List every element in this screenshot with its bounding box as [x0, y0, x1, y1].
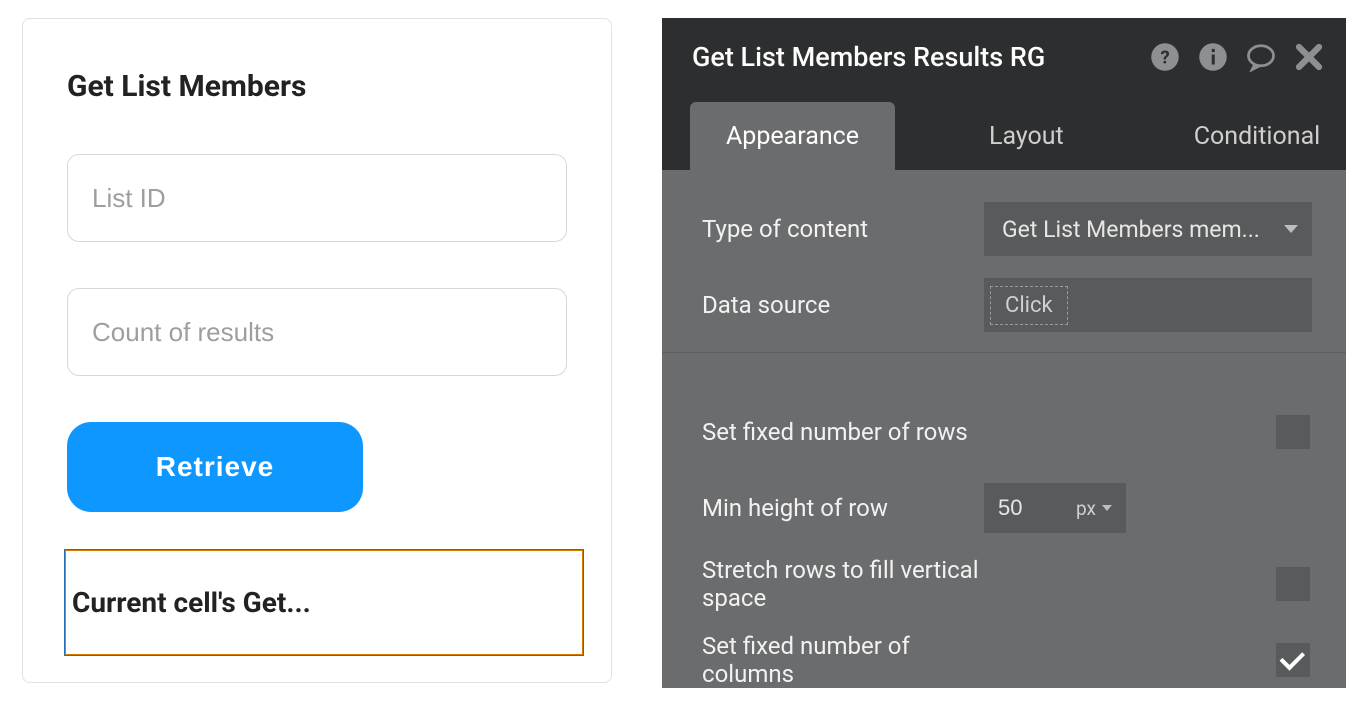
repeating-group-cell[interactable]: Current cell's Get...: [65, 550, 583, 655]
stretch-row: Stretch rows to fill vertical space: [702, 555, 1312, 613]
min-height-unit-select[interactable]: px: [1062, 483, 1126, 533]
chevron-down-icon: [1284, 225, 1298, 233]
fixed-cols-label: Set fixed number of columns: [702, 632, 996, 688]
info-icon[interactable]: [1198, 42, 1228, 72]
data-source-row: Data source Click: [702, 276, 1312, 334]
tab-layout[interactable]: Layout: [953, 102, 1100, 170]
fixed-cols-row: Set fixed number of columns: [702, 631, 1312, 688]
svg-text:?: ?: [1160, 46, 1169, 68]
min-height-input[interactable]: [984, 483, 1062, 533]
type-of-content-label: Type of content: [702, 215, 868, 243]
stretch-label: Stretch rows to fill vertical space: [702, 556, 1015, 612]
panel-title: Get List Members Results RG: [692, 41, 1045, 73]
type-of-content-select[interactable]: Get List Members mem...: [984, 202, 1312, 256]
panel-body: Type of content Get List Members mem... …: [662, 170, 1346, 688]
comment-icon[interactable]: [1246, 42, 1276, 72]
type-of-content-row: Type of content Get List Members mem...: [702, 200, 1312, 258]
data-source-field[interactable]: Click: [984, 278, 1312, 332]
data-source-label: Data source: [702, 291, 830, 319]
form-card: Get List Members Retrieve Current cell's…: [22, 18, 612, 683]
tab-conditional[interactable]: Conditional: [1158, 102, 1346, 170]
unit-label: px: [1076, 497, 1096, 520]
panel-tabs: Appearance Layout Conditional: [662, 96, 1346, 170]
tab-appearance[interactable]: Appearance: [690, 102, 895, 170]
fixed-cols-checkbox[interactable]: [1276, 643, 1310, 677]
property-editor: Get List Members Results RG ? Appearance…: [662, 18, 1346, 688]
divider: [662, 352, 1346, 353]
type-of-content-value: Get List Members mem...: [1002, 216, 1260, 243]
fixed-rows-label: Set fixed number of rows: [702, 418, 968, 446]
retrieve-button[interactable]: Retrieve: [67, 422, 363, 512]
min-height-label: Min height of row: [702, 494, 888, 522]
cell-text: Current cell's Get...: [72, 586, 311, 619]
chevron-down-icon: [1102, 505, 1112, 511]
fixed-rows-row: Set fixed number of rows: [702, 403, 1312, 461]
panel-header-icons: ?: [1150, 42, 1324, 72]
count-input[interactable]: [67, 288, 567, 376]
stretch-checkbox[interactable]: [1276, 567, 1310, 601]
list-id-input[interactable]: [67, 154, 567, 242]
min-height-row: Min height of row px: [702, 479, 1312, 537]
help-icon[interactable]: ?: [1150, 42, 1180, 72]
data-source-value: Click: [990, 286, 1068, 325]
panel-header: Get List Members Results RG ?: [662, 18, 1346, 96]
form-title: Get List Members: [67, 69, 567, 104]
close-icon[interactable]: [1294, 42, 1324, 72]
fixed-rows-checkbox[interactable]: [1276, 415, 1310, 449]
